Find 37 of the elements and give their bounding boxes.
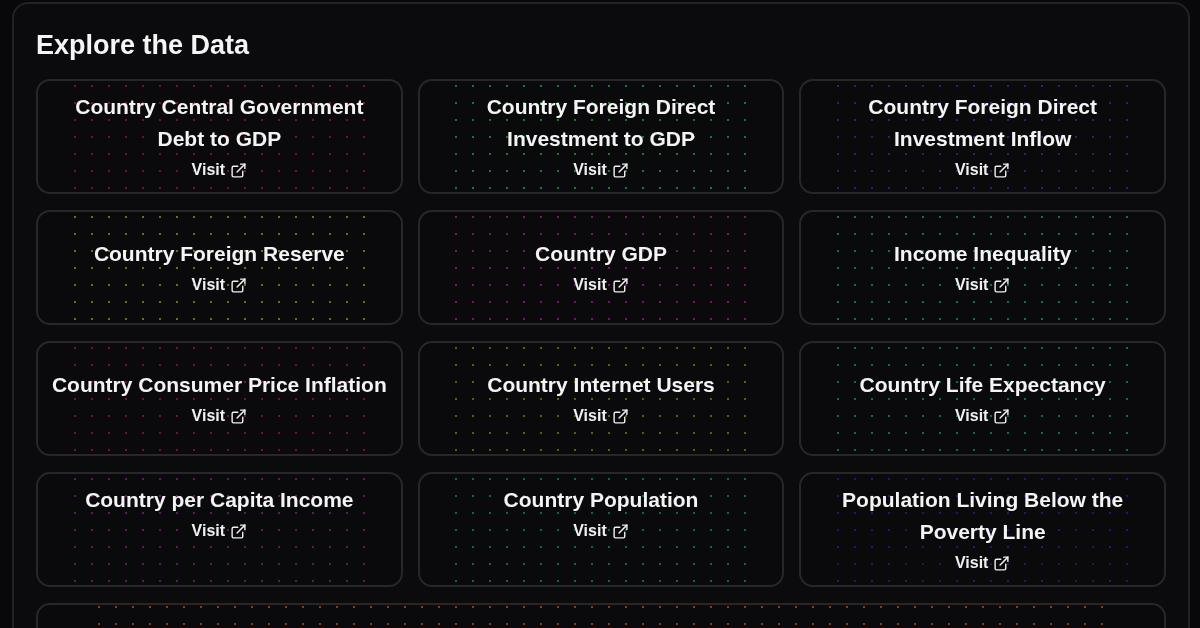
visit-link[interactable]: Visit [573,158,629,182]
external-link-icon [230,276,248,294]
external-link-icon [611,522,629,540]
card-title: Country per Capita Income [85,487,354,513]
card-title: Country Consumer Price Inflation [51,372,387,398]
visit-link[interactable]: Visit [191,158,248,182]
external-link-icon [611,161,629,179]
external-link-icon [230,522,248,540]
visit-link[interactable]: Visit [573,519,629,543]
external-link-icon [230,161,248,179]
visit-link[interactable]: Visit [954,273,1011,297]
visit-link[interactable]: Visit [573,404,629,428]
external-link-icon [993,161,1011,179]
external-link-icon [230,407,248,425]
card-title: Country Foreign Reserve [93,241,345,267]
card-title: Country Foreign Direct Investment Inflow [867,94,1098,152]
section-title: Explore the Data [36,29,251,62]
visit-link[interactable]: Visit [954,551,1011,575]
external-link-icon [993,407,1011,425]
external-link-icon [611,276,629,294]
card-title: Population Living Below the Poverty Line [841,487,1125,545]
visit-link[interactable]: Visit [954,404,1011,428]
card-title: Country Life Expectancy [859,372,1106,398]
card-title: Country Internet Users [487,372,715,398]
card-title: Country Central Government Debt to GDP [74,94,365,152]
card-title: Country Population [503,487,699,513]
external-link-icon [993,554,1011,572]
card-title: Income Inequality [893,241,1072,267]
visit-link[interactable]: Visit [191,273,248,297]
external-link-icon [993,276,1011,294]
visit-link[interactable]: Visit [573,273,629,297]
visit-link[interactable]: Visit [954,158,1011,182]
card-title: Country GDP [535,241,667,267]
card-title: Country Foreign Direct Investment to GDP [485,94,717,152]
visit-link[interactable]: Visit [191,519,248,543]
visit-link[interactable]: Visit [191,404,248,428]
external-link-icon [611,407,629,425]
